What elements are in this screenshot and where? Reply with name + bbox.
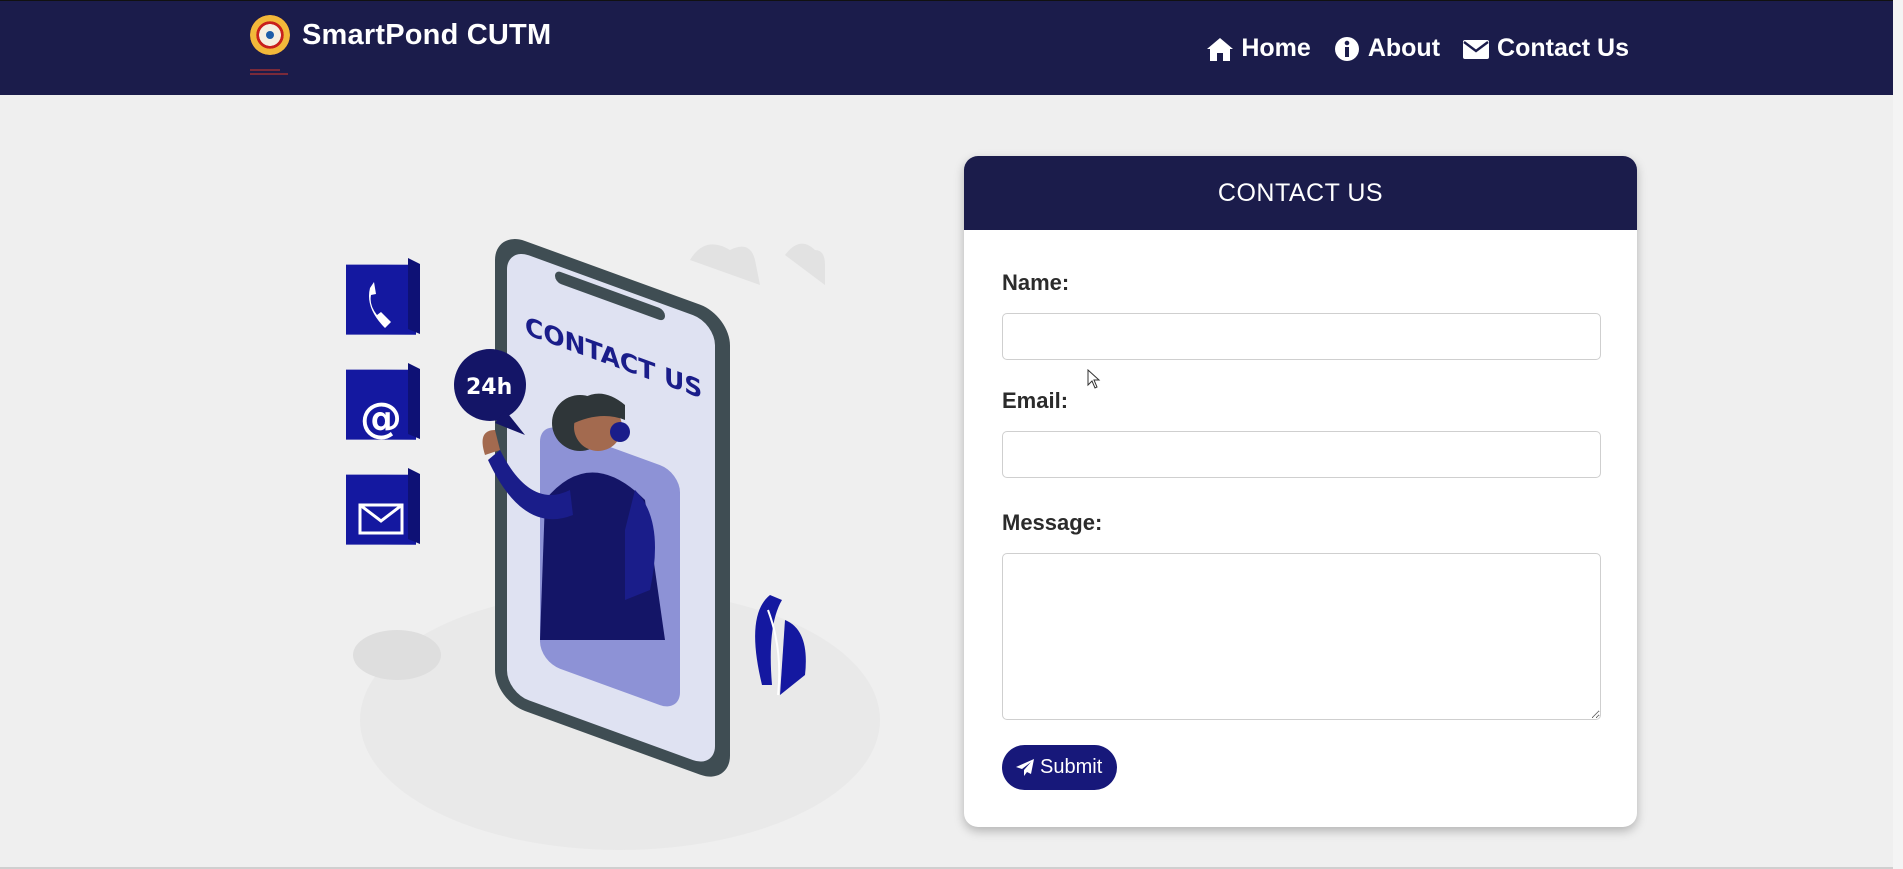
at-icon: @: [346, 363, 420, 442]
university-logo: [250, 15, 290, 55]
brand-title: SmartPond CUTM: [302, 18, 552, 51]
nav-about-label: About: [1367, 34, 1441, 62]
nav-about-link[interactable]: About: [1333, 34, 1440, 63]
logo-caption: [250, 67, 290, 79]
contact-form-card: CONTACT US Name: Email: Message: Submit: [964, 156, 1637, 827]
info-icon: [1334, 36, 1359, 61]
nav-contact-label: Contact Us: [1497, 34, 1629, 62]
nav-contact-link[interactable]: Contact Us: [1462, 34, 1629, 63]
name-label: Name:: [1002, 270, 1070, 295]
badge-24h: 24h: [466, 375, 512, 400]
mail-icon: [346, 468, 420, 545]
nav-home-link[interactable]: Home: [1206, 34, 1311, 63]
name-input[interactable]: [1002, 313, 1601, 360]
brand[interactable]: SmartPond CUTM: [250, 15, 551, 55]
envelope-icon: [1463, 39, 1490, 59]
nav-home-label: Home: [1241, 34, 1311, 62]
submit-button[interactable]: Submit: [1002, 745, 1118, 790]
contact-form: Name: Email: Message: Submit: [964, 270, 1637, 790]
email-label: Email:: [1002, 388, 1069, 413]
contact-illustration: CONTACT US 24h @: [330, 200, 890, 850]
paper-plane-icon: [1016, 758, 1034, 776]
message-label: Message:: [1002, 510, 1103, 535]
submit-label: Submit: [1040, 756, 1103, 778]
message-textarea[interactable]: [1002, 553, 1601, 720]
phone-icon: [346, 258, 420, 335]
contact-form-title: CONTACT US: [964, 156, 1637, 230]
email-input[interactable]: [1002, 431, 1601, 478]
home-icon: [1207, 37, 1234, 61]
main-nav: Home About Contact Us: [1206, 34, 1629, 63]
top-navbar: SmartPond CUTM Home About Contact Us: [0, 0, 1893, 95]
scrollbar-track[interactable]: [1893, 0, 1903, 869]
mouse-cursor-icon: [1087, 369, 1101, 389]
svg-text:@: @: [360, 393, 402, 442]
